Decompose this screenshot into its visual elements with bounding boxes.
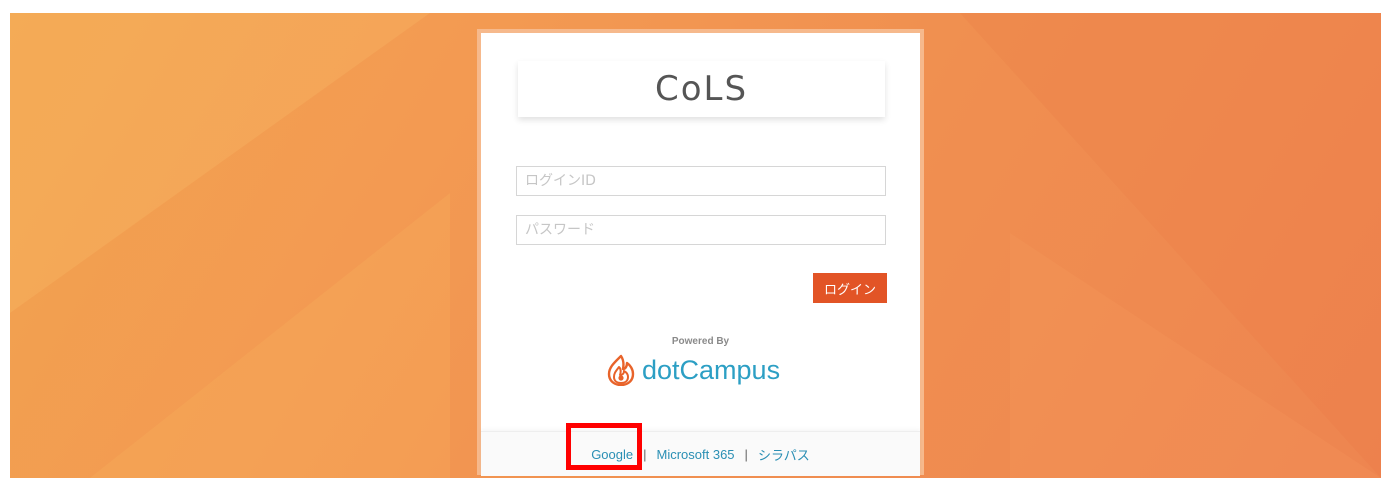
shirapasu-login-link[interactable]: シラパス (758, 445, 810, 464)
vendor-logo: dotCampus (606, 353, 780, 387)
sso-link-bar: Google | Microsoft 365 | シラパス (481, 431, 920, 476)
login-card: CoLS ログイン Powered By dotCampus Google | … (477, 29, 924, 476)
login-button[interactable]: ログイン (813, 273, 887, 303)
login-id-input[interactable] (516, 166, 886, 196)
background-facet (10, 13, 430, 313)
flame-logo-icon (607, 354, 635, 386)
page: CoLS ログイン Powered By dotCampus Google | … (0, 0, 1381, 480)
link-separator: | (744, 446, 748, 462)
google-login-link[interactable]: Google (591, 447, 633, 462)
powered-by-label: Powered By (671, 336, 730, 347)
app-brand-box: CoLS (518, 61, 885, 117)
microsoft-365-login-link[interactable]: Microsoft 365 (657, 447, 735, 462)
link-separator: | (643, 446, 647, 462)
background-facet (1010, 233, 1381, 478)
app-title: CoLS (654, 69, 749, 109)
background-facet (960, 13, 1381, 478)
password-input[interactable] (516, 215, 886, 245)
background-facet (90, 193, 450, 478)
vendor-name: dotCampus (642, 354, 781, 385)
